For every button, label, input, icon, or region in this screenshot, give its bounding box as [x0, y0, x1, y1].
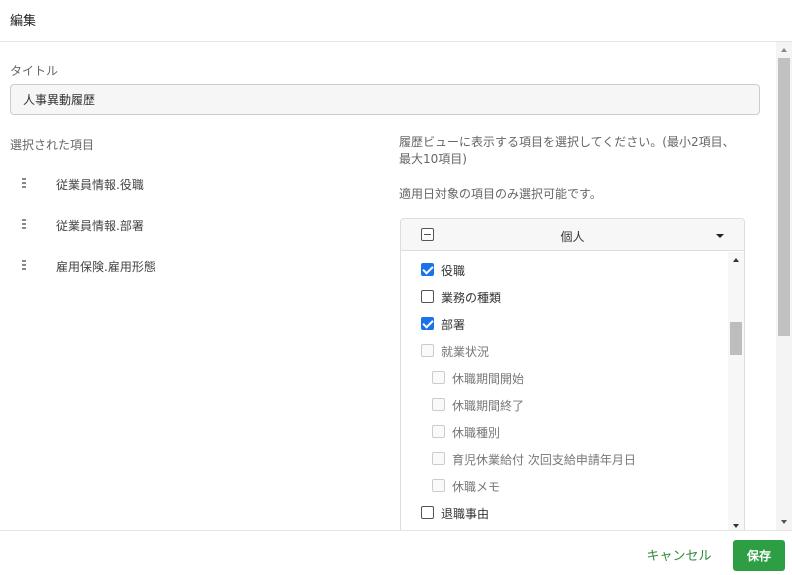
field-option-label: 役職 — [441, 264, 466, 278]
checkbox-icon — [421, 344, 434, 357]
drag-handle-icon[interactable] — [22, 178, 26, 189]
field-option-list: 役職業務の種類部署就業状況休職期間開始 休職期間終了 休職種別育児休業給付 次回支給… — [401, 252, 728, 530]
field-option: 育児休業給付 次回支給申請年月日 — [432, 449, 728, 469]
field-option[interactable]: 業務の種類 — [421, 287, 728, 307]
field-option: 休職期間終了 — [432, 395, 728, 415]
checkbox-icon — [432, 371, 445, 384]
selected-item[interactable]: 従業員情報.役職 — [22, 174, 322, 194]
field-option[interactable]: 部署 — [421, 314, 728, 334]
selected-items-label: 選択された項目 — [10, 138, 95, 152]
field-option[interactable]: 退職事由 — [421, 503, 728, 523]
field-picker: 個人 役職業務の種類部署就業状況休職期間開始 休職期間終了 休職種別育児休業給付 次… — [400, 218, 745, 530]
title-input[interactable] — [10, 84, 760, 115]
title-label: タイトル — [10, 64, 59, 78]
field-option-label: 業務の種類 — [441, 291, 502, 305]
field-option-label: 就業状況 — [441, 345, 490, 359]
checkbox-icon — [432, 398, 445, 411]
selected-item[interactable]: 雇用保険.雇用形態 — [22, 256, 322, 276]
field-option-label: 育児休業給付 次回支給申請年月日 — [452, 453, 636, 467]
modal-footer: キャンセル 保存 — [0, 530, 792, 575]
field-option-label: 退職事由 — [441, 507, 490, 521]
chevron-down-icon[interactable] — [716, 234, 724, 238]
field-option: 休職メモ — [432, 476, 728, 496]
modal-title: 編集 — [10, 14, 37, 29]
field-option-label: 休職種別 — [452, 426, 501, 440]
checkbox-checked-icon[interactable] — [421, 317, 434, 330]
field-option-label: 休職期間開始 — [452, 372, 525, 386]
checkbox-icon — [432, 479, 445, 492]
modal-scrollbar[interactable] — [776, 42, 792, 530]
selected-item-label: 従業員情報.役職 — [56, 178, 144, 192]
field-option[interactable]: 役職 — [421, 260, 728, 280]
picker-scroll-thumb[interactable] — [730, 322, 742, 355]
checkbox-checked-icon[interactable] — [421, 263, 434, 276]
eligibility-hint: 適用日対象の項目のみ選択可能です。 — [399, 187, 602, 201]
modal-body: タイトル 選択された項目 従業員情報.役職 従業員情報.部署 雇用保険.雇用形態… — [0, 42, 776, 530]
field-option-label: 部署 — [441, 318, 466, 332]
scroll-down-icon[interactable] — [733, 524, 739, 528]
drag-handle-icon[interactable] — [22, 260, 26, 271]
cancel-button[interactable]: キャンセル — [634, 539, 724, 569]
picker-scrollbar[interactable] — [728, 252, 744, 530]
field-option-label: 休職メモ — [452, 480, 501, 494]
modal-header: 編集 — [0, 0, 792, 42]
field-group-label: 個人 — [560, 230, 585, 244]
selected-item[interactable]: 従業員情報.部署 — [22, 215, 322, 235]
selection-hint: 履歴ビューに表示する項目を選択してください。(最小2項目、最大10項目) — [399, 135, 735, 166]
drag-handle-icon[interactable] — [22, 219, 26, 230]
checkbox-icon — [432, 452, 445, 465]
checkbox-icon[interactable] — [421, 290, 434, 303]
field-option-label: 休職期間終了 — [452, 399, 525, 413]
scroll-down-icon[interactable] — [781, 520, 787, 524]
checkbox-icon[interactable] — [421, 506, 434, 519]
field-option: 休職種別 — [432, 422, 728, 442]
save-button[interactable]: 保存 — [733, 540, 785, 571]
selected-item-label: 従業員情報.部署 — [56, 219, 144, 233]
modal-scroll-thumb[interactable] — [778, 58, 790, 336]
field-option: 休職期間開始 — [432, 368, 728, 388]
field-group-header[interactable]: 個人 — [401, 219, 744, 251]
selected-item-label: 雇用保険.雇用形態 — [56, 260, 156, 274]
scroll-up-icon[interactable] — [733, 258, 739, 262]
checkbox-icon — [432, 425, 445, 438]
field-option: 就業状況 — [421, 341, 728, 361]
scroll-up-icon[interactable] — [781, 48, 787, 52]
